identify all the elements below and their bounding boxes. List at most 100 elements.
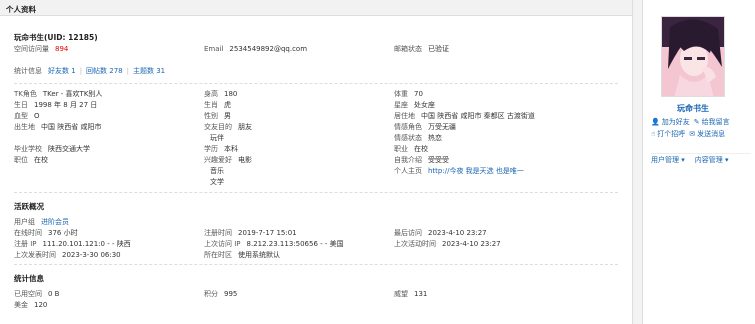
- detail-row: 交友目的 朋友: [204, 122, 394, 133]
- detail-value: 本科: [224, 145, 238, 153]
- detail-row: 职位 在校: [14, 155, 204, 166]
- sidebar-username[interactable]: 玩命书生: [643, 103, 743, 114]
- detail-row: 个人主页 http://今夜 我是天选 也是唯一: [394, 166, 594, 177]
- content-manage-dropdown[interactable]: 内容管理 ▾: [695, 156, 729, 164]
- email-value: 2534549892@qq.com: [229, 45, 308, 53]
- detail-row: 出生地 中国 陕西省 咸阳市: [14, 122, 204, 133]
- threads-count-link[interactable]: 主题数 31: [133, 66, 165, 77]
- detail-value: 180: [224, 90, 238, 98]
- detail-value: O: [34, 112, 40, 120]
- detail-row: 体重 70: [394, 89, 594, 100]
- info-label: 上次发表时间: [14, 251, 56, 259]
- detail-value: 中国 陕西省 咸阳市: [41, 123, 102, 131]
- detail-label: 生日: [14, 101, 28, 109]
- action-mail-link[interactable]: ✉ 发送消息: [689, 128, 725, 140]
- detail-value: 玩伴: [210, 134, 224, 142]
- info-value: 2023-4-10 23:27: [442, 240, 501, 248]
- detail-value: 文学: [210, 178, 224, 186]
- detail-row: 文学: [204, 177, 394, 188]
- detail-value: 1998 年 8 月 27 日: [34, 101, 98, 109]
- detail-value: 在校: [34, 156, 48, 164]
- detail-value: 受受受: [428, 156, 449, 164]
- detail-label: 毕业学校: [14, 145, 42, 153]
- action-message-link[interactable]: ✎ 给我留言: [694, 116, 730, 128]
- details-section: TK角色 TKer - 喜欢TK别人 生日 1998 年 8 月 27 日血型 O 出生地…: [14, 84, 618, 193]
- detail-label: 情感状态: [394, 134, 422, 142]
- detail-label: 居住地: [394, 112, 415, 120]
- detail-label: 自我介绍: [394, 156, 422, 164]
- detail-row: 职业 在校: [394, 144, 594, 155]
- info-label: 上次活动时间: [394, 240, 436, 248]
- mailstatus-label: 邮箱状态: [394, 45, 422, 53]
- replies-count-link[interactable]: 回帖数 278: [86, 66, 123, 77]
- action-add-friend-link[interactable]: 👤 加为好友: [651, 116, 690, 128]
- info-label: 美金: [14, 301, 28, 309]
- detail-value: 中国 陕西省 咸阳市 秦都区 古渡街道: [421, 112, 535, 120]
- info-value: 995: [224, 290, 238, 298]
- detail-label: 兴趣爱好: [204, 156, 232, 164]
- user-manage-dropdown[interactable]: 用户管理 ▾: [651, 156, 685, 164]
- action-label: 加为好友: [661, 118, 690, 126]
- info-value: 111.20.101.121:0 - - 陕西: [42, 240, 131, 248]
- detail-label: 性别: [204, 112, 218, 120]
- detail-row: [14, 133, 204, 144]
- detail-row: 身高 180: [204, 89, 394, 100]
- info-value: 120: [34, 301, 48, 309]
- detail-value: 热恋: [428, 134, 442, 142]
- mail-icon: ✉: [689, 130, 696, 138]
- info-label: 最后访问: [394, 229, 422, 237]
- detail-value: 陕西交通大学: [48, 145, 90, 153]
- info-label: 积分: [204, 290, 218, 298]
- detail-value: 电影: [238, 156, 252, 164]
- detail-label: 身高: [204, 90, 218, 98]
- info-label: 注册时间: [204, 229, 232, 237]
- info-row: 在线时间 376 小时 注册时间 2019-7-17 15:01 最后访问 2023-4-…: [14, 228, 618, 239]
- basic-section: 玩命书生(UID: 12185) 空间访问量 894 Email 253454989…: [14, 16, 618, 84]
- detail-row: TK角色 TKer - 喜欢TK别人: [14, 89, 204, 100]
- friends-count-link[interactable]: 好友数 1: [48, 66, 76, 77]
- info-value: 376 小时: [48, 229, 78, 237]
- detail-label: 交友目的: [204, 123, 232, 131]
- info-row: 上次发表时间 2023-3-30 06:30 所在时区 使用系统默认: [14, 250, 618, 261]
- action-label: 给我留言: [701, 118, 730, 126]
- detail-value: 朋友: [238, 123, 252, 131]
- detail-label: 出生地: [14, 123, 35, 131]
- visits-value: 894: [55, 45, 69, 53]
- info-value: 8.212.23.113:50656 - - 美国: [246, 240, 344, 248]
- add-friend-icon: 👤: [651, 118, 660, 126]
- avatar[interactable]: [661, 16, 725, 97]
- info-value: 使用系统默认: [238, 251, 280, 259]
- stats-label: 统计信息: [14, 67, 42, 75]
- homepage-link[interactable]: http://今夜 我是天选 也是唯一: [428, 166, 524, 177]
- info-label: 注册 IP: [14, 240, 37, 248]
- info-label: 威望: [394, 290, 408, 298]
- visits-label: 空间访问量: [14, 45, 49, 53]
- detail-row: 音乐: [204, 166, 394, 177]
- detail-label: 个人主页: [394, 167, 422, 175]
- info-value: 0 B: [48, 290, 60, 298]
- detail-row: 学历 本科: [204, 144, 394, 155]
- info-row: 美金 120: [14, 300, 618, 311]
- info-label: 所在时区: [204, 251, 232, 259]
- detail-label: 生肖: [204, 101, 218, 109]
- group-label: 用户组: [14, 218, 35, 226]
- page-title: 个人资料: [0, 0, 632, 16]
- statinfo-section: 统计信息 已用空间 0 B 积分 995 威望 131 美金 120: [14, 265, 618, 311]
- detail-row: 性别男: [204, 111, 394, 122]
- detail-row: 毕业学校 陕西交通大学: [14, 144, 204, 155]
- info-label: 已用空间: [14, 290, 42, 298]
- detail-value: 70: [414, 90, 423, 98]
- info-value: 2023-4-10 23:27: [428, 229, 487, 237]
- user-name-uid: 玩命书生(UID: 12185): [14, 33, 98, 42]
- divider: |: [79, 67, 83, 75]
- detail-label: 星座: [394, 101, 408, 109]
- detail-row: 玩伴: [204, 133, 394, 144]
- detail-row: 居住地 中国 陕西省 咸阳市 秦都区 古渡街道: [394, 111, 594, 122]
- profile-sidebar: 玩命书生 👤 加为好友 ✎ 给我留言 ☝ 打个招呼 ✉ 发送消息 用户管理 ▾ 内容管理 ▾: [642, 0, 755, 324]
- action-poke-link[interactable]: ☝ 打个招呼: [651, 128, 685, 140]
- poke-icon: ☝: [651, 130, 656, 138]
- group-link[interactable]: 进阶会员: [41, 217, 69, 228]
- action-label: 发送消息: [697, 130, 726, 138]
- detail-value: 处女座: [414, 101, 435, 109]
- detail-value: 音乐: [210, 167, 224, 175]
